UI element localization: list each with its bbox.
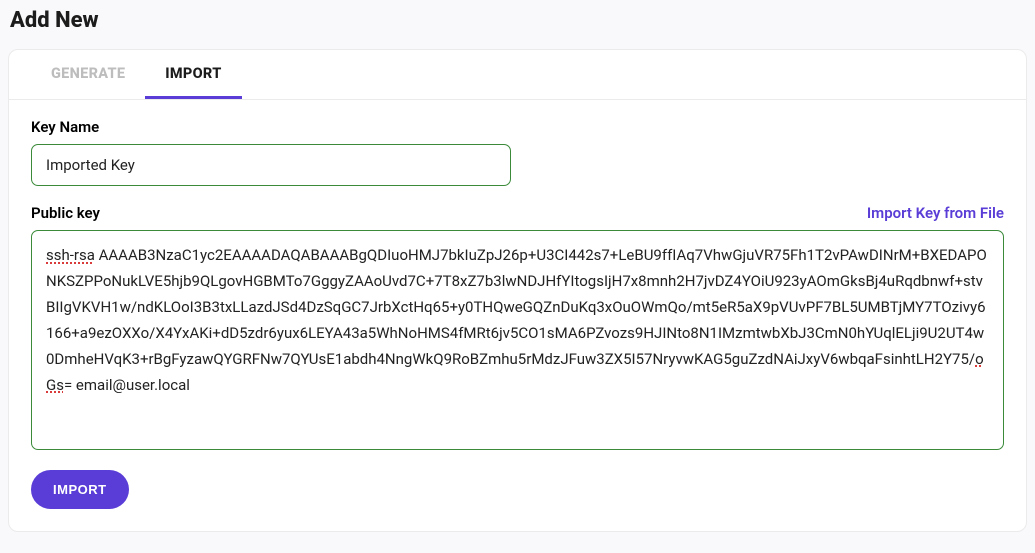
key-name-label: Key Name [31,118,1004,136]
page-title: Add New [10,8,1027,33]
tab-import[interactable]: IMPORT [145,50,241,99]
import-key-from-file-link[interactable]: Import Key from File [867,204,1004,222]
public-key-label-row: Public key Import Key from File [31,204,1004,222]
tab-generate[interactable]: GENERATE [31,50,145,99]
public-key-prefix: ssh-rsa [46,246,95,264]
public-key-field-group: Public key Import Key from File ssh-rsa … [31,204,1004,450]
public-key-body: AAAAB3NzaC1yc2EAAAADAQABAAABgQDIuoHMJ7bk… [46,246,987,368]
tabs: GENERATE IMPORT [9,50,1026,100]
key-name-field-group: Key Name [31,118,1004,186]
key-name-input[interactable] [31,144,511,186]
public-key-content: ssh-rsa AAAAB3NzaC1yc2EAAAADAQABAAABgQDI… [46,243,989,399]
import-button[interactable]: IMPORT [31,470,129,509]
public-key-suffix: = email@user.local [64,376,190,394]
public-key-textarea[interactable]: ssh-rsa AAAAB3NzaC1yc2EAAAADAQABAAABgQDI… [31,230,1004,450]
add-new-card: GENERATE IMPORT Key Name Public key Impo… [8,49,1027,532]
public-key-label: Public key [31,204,100,222]
card-body: Key Name Public key Import Key from File… [9,100,1026,531]
